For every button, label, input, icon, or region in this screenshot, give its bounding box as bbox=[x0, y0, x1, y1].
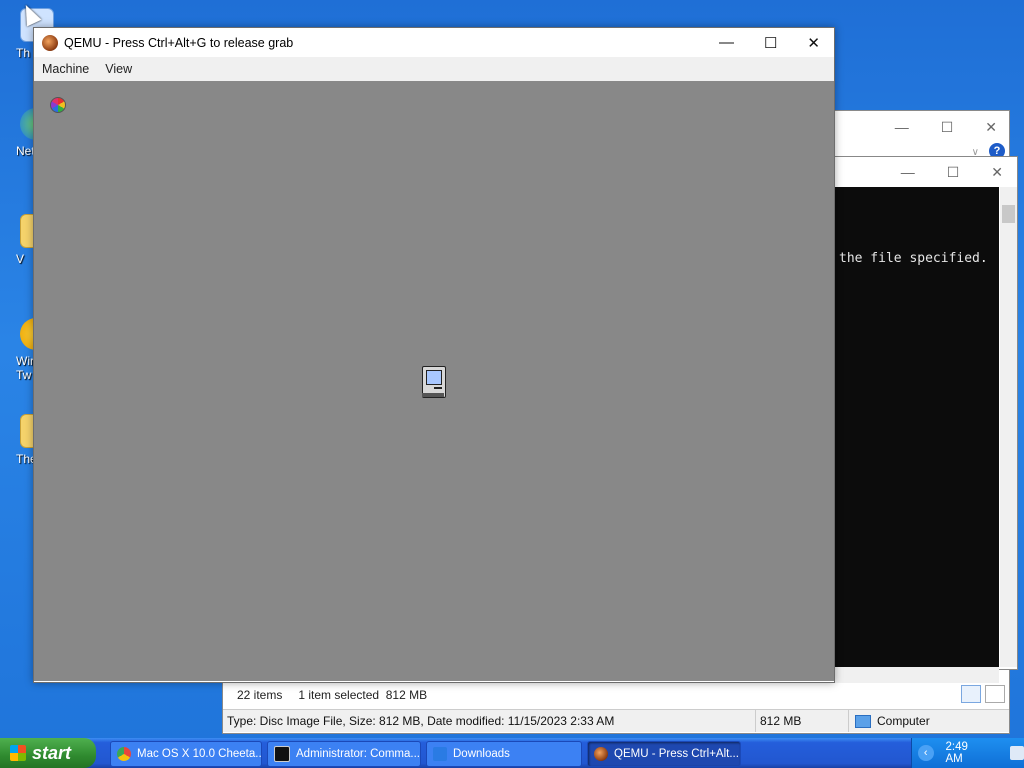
maximize-icon[interactable]: ☐ bbox=[941, 119, 954, 136]
minimize-icon[interactable]: — bbox=[719, 34, 734, 52]
cmd-icon bbox=[274, 746, 290, 762]
close-icon[interactable]: ✕ bbox=[807, 34, 820, 52]
happy-mac-icon bbox=[422, 366, 446, 398]
qemu-titlebar[interactable]: QEMU - Press Ctrl+Alt+G to release grab … bbox=[34, 28, 834, 57]
scrollbar-thumb[interactable] bbox=[1002, 205, 1015, 223]
chrome-icon bbox=[117, 747, 131, 761]
taskbar-item-cmd[interactable]: Administrator: Comma... bbox=[267, 741, 421, 767]
horizontal-scrollbar[interactable] bbox=[833, 667, 999, 683]
maximize-icon[interactable]: ☐ bbox=[764, 34, 777, 52]
items-count: 22 items bbox=[237, 688, 283, 702]
menu-view[interactable]: View bbox=[97, 62, 140, 76]
selection-info: 1 item selected 812 MB bbox=[298, 688, 428, 702]
download-icon bbox=[433, 747, 447, 761]
file-size: 812 MB bbox=[756, 710, 849, 732]
taskbar-item-qemu[interactable]: QEMU - Press Ctrl+Alt... bbox=[587, 741, 741, 767]
qemu-window[interactable]: QEMU - Press Ctrl+Alt+G to release grab … bbox=[33, 27, 835, 683]
vertical-scrollbar[interactable] bbox=[1000, 187, 1017, 667]
qemu-icon bbox=[42, 34, 58, 51]
task-label: Administrator: Comma... bbox=[296, 748, 420, 760]
vm-display[interactable] bbox=[34, 81, 834, 681]
window-title: QEMU - Press Ctrl+Alt+G to release grab bbox=[64, 35, 294, 50]
taskbar-item-chrome[interactable]: Mac OS X 10.0 Cheeta... bbox=[110, 741, 262, 767]
details-view-icon[interactable] bbox=[961, 685, 981, 703]
maximize-icon[interactable]: ☐ bbox=[947, 164, 960, 181]
console-line: the file specified. bbox=[839, 251, 988, 266]
large-icons-view-icon[interactable] bbox=[985, 685, 1005, 703]
spinning-wait-icon bbox=[50, 97, 66, 113]
taskbar-item-downloads[interactable]: Downloads bbox=[426, 741, 582, 767]
chevron-left-icon[interactable]: ‹ bbox=[918, 745, 934, 761]
network-icon[interactable] bbox=[1010, 746, 1024, 760]
console-output[interactable]: the file specified. bbox=[833, 187, 999, 667]
task-label: Downloads bbox=[453, 748, 510, 760]
clock[interactable]: 2:49 AM bbox=[946, 741, 987, 765]
minimize-icon[interactable]: — bbox=[895, 119, 909, 136]
computer-icon bbox=[855, 714, 871, 728]
start-label: start bbox=[32, 742, 72, 763]
taskbar: start Mac OS X 10.0 Cheeta... Administra… bbox=[0, 738, 1024, 768]
menu-machine[interactable]: Machine bbox=[34, 62, 97, 76]
explorer-status-bar: 22 items 1 item selected 812 MB bbox=[223, 683, 1009, 707]
qemu-icon bbox=[594, 747, 608, 761]
task-label: QEMU - Press Ctrl+Alt... bbox=[614, 748, 739, 760]
location-label: Computer bbox=[877, 714, 930, 728]
close-icon[interactable]: ✕ bbox=[991, 164, 1003, 181]
command-prompt-window[interactable]: — ☐ ✕ the file specified. bbox=[832, 156, 1018, 683]
system-tray: ‹ 2:49 AM bbox=[911, 738, 1024, 768]
minimize-icon[interactable]: — bbox=[901, 164, 915, 181]
task-label: Mac OS X 10.0 Cheeta... bbox=[137, 748, 262, 760]
windows-logo-icon bbox=[10, 745, 26, 761]
cmd-titlebar[interactable]: — ☐ ✕ bbox=[833, 157, 1017, 187]
close-icon[interactable]: ✕ bbox=[985, 119, 997, 136]
menu-bar: Machine View bbox=[34, 57, 834, 81]
file-details: Type: Disc Image File, Size: 812 MB, Dat… bbox=[223, 710, 756, 732]
explorer-details-bar: Type: Disc Image File, Size: 812 MB, Dat… bbox=[223, 709, 1009, 732]
start-button[interactable]: start bbox=[0, 738, 96, 768]
